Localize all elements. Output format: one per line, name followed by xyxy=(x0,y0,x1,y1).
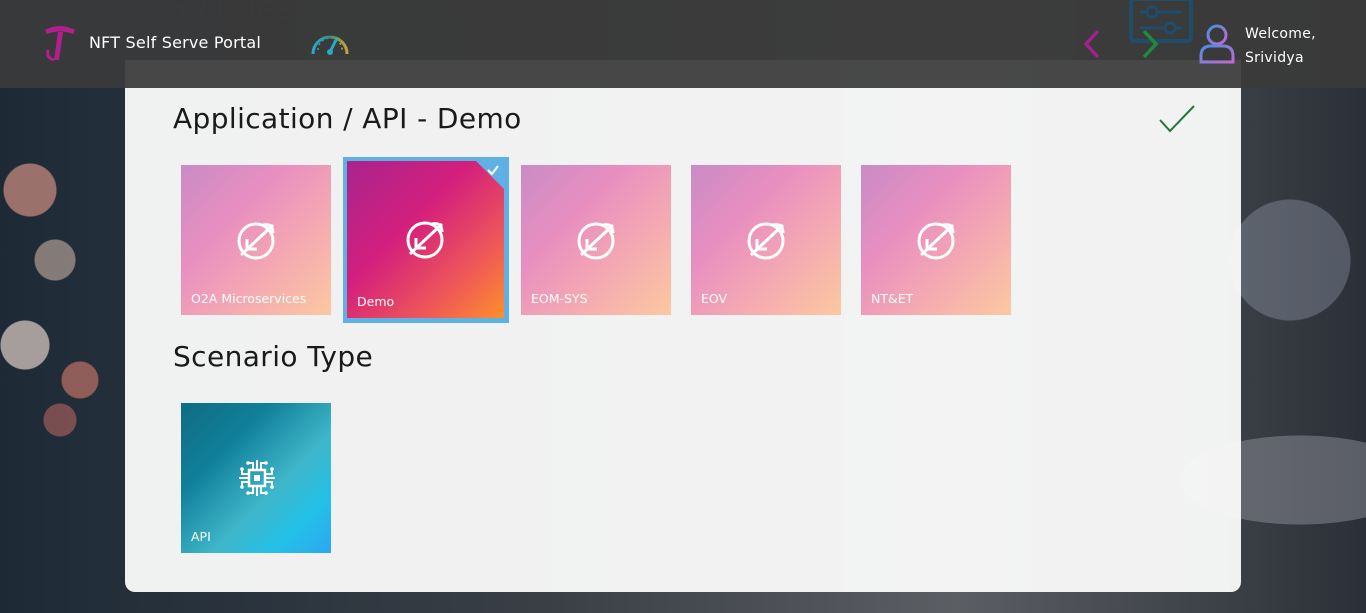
page-heading: SVT Test Launcher - O2A xyxy=(165,0,583,28)
selected-check-icon xyxy=(487,165,499,176)
application-tile-demo[interactable]: Demo xyxy=(347,161,504,318)
tile-label: O2A Microservices xyxy=(191,291,307,306)
launcher-panel: Application / API - Demo O2A Microservic… xyxy=(125,60,1241,592)
satellite-globe-icon xyxy=(237,222,275,260)
application-tile-eom-sys[interactable]: EOM-SYS xyxy=(521,165,671,315)
circuit-chip-icon xyxy=(239,460,275,496)
next-arrow-icon[interactable] xyxy=(1138,28,1162,60)
application-tile-eov[interactable]: EOV xyxy=(691,165,841,315)
telstra-logo-icon[interactable] xyxy=(42,24,78,64)
application-tile-o2a-microservices[interactable]: O2A Microservices xyxy=(181,165,331,315)
scenario-tile-api[interactable]: API xyxy=(181,403,331,553)
tile-label: API xyxy=(191,529,211,544)
satellite-globe-icon xyxy=(406,221,444,259)
satellite-globe-icon xyxy=(577,222,615,260)
tile-label: EOV xyxy=(701,291,728,306)
tile-label: Demo xyxy=(357,294,395,309)
previous-arrow-icon[interactable] xyxy=(1080,28,1104,60)
welcome-text[interactable]: Welcome, Srividya xyxy=(1245,22,1316,70)
portal-title[interactable]: NFT Self Serve Portal xyxy=(89,33,261,52)
application-tile-demo-selected[interactable]: Demo xyxy=(343,157,509,323)
user-icon[interactable] xyxy=(1198,22,1236,64)
tile-label: NT&ET xyxy=(871,291,914,306)
application-tile-nt-et[interactable]: NT&ET xyxy=(861,165,1011,315)
satellite-globe-icon xyxy=(747,222,785,260)
welcome-greeting: Welcome, xyxy=(1245,26,1316,42)
checkmark-icon xyxy=(1159,105,1195,133)
satellite-globe-icon xyxy=(917,222,955,260)
scenario-section-title: Scenario Type xyxy=(173,340,374,373)
user-name: Srividya xyxy=(1245,50,1304,66)
speedometer-icon[interactable] xyxy=(309,28,351,58)
tile-label: EOM-SYS xyxy=(531,291,588,306)
application-section-title: Application / API - Demo xyxy=(173,102,522,135)
